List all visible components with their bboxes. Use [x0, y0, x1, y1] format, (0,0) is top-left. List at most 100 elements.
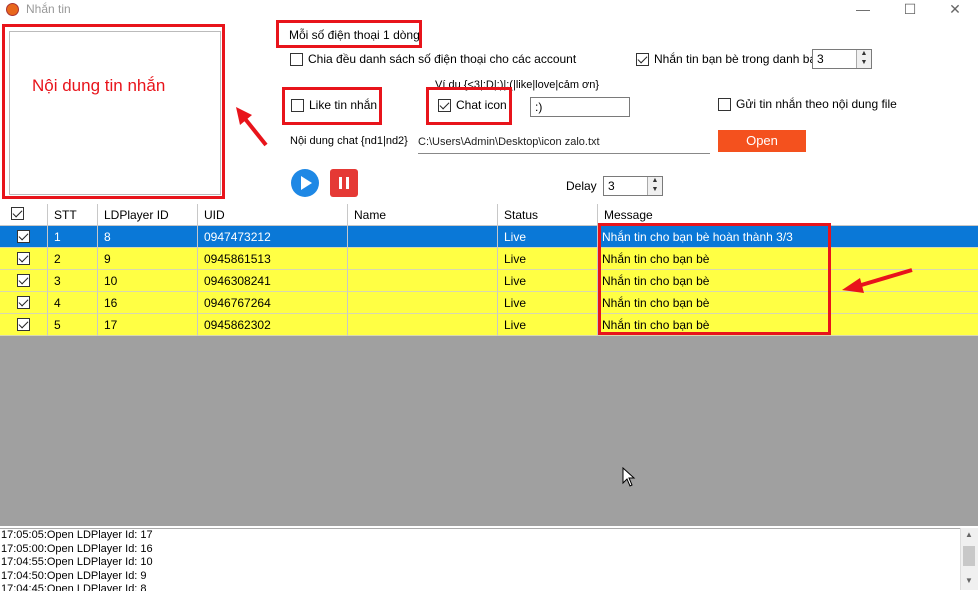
chat-icon-label: Chat icon	[456, 98, 507, 112]
cell-status: Live	[498, 226, 598, 248]
row-checkbox[interactable]	[17, 252, 30, 265]
cell-ldplayer-id: 8	[98, 226, 198, 248]
row-checkbox[interactable]	[17, 230, 30, 243]
delay-spinner[interactable]: 3 ▲ ▼	[603, 176, 663, 196]
log-line: 17:05:05:Open LDPlayer Id: 17	[1, 529, 153, 541]
table-row[interactable]: 5 17 0945862302 Live Nhắn tin cho bạn bè	[0, 314, 978, 336]
minimize-button[interactable]: —	[840, 0, 886, 20]
message-column-highlight	[598, 223, 831, 335]
cell-status: Live	[498, 270, 598, 292]
mouse-cursor-icon	[622, 467, 636, 487]
phone-hint-label: Mỗi số điện thoại 1 dòng	[289, 28, 420, 42]
delay-label: Delay	[566, 179, 597, 193]
maximize-button[interactable]: ☐	[887, 0, 933, 20]
chat-content-label: Nội dung chat {nd1|nd2}	[290, 135, 408, 147]
table-header: STT LDPlayer ID UID Name Status Message	[0, 204, 978, 226]
cell-ldplayer-id: 17	[98, 314, 198, 336]
split-phones-checkbox[interactable]	[290, 53, 303, 66]
annotation-arrow-right	[842, 268, 913, 293]
header-name[interactable]: Name	[348, 204, 498, 226]
row-select-cell[interactable]	[0, 292, 48, 314]
message-friends-label: Nhắn tin bạn bè trong danh bạ	[654, 52, 817, 66]
cell-name	[348, 314, 498, 336]
cell-stt: 3	[48, 270, 98, 292]
like-message-highlight: Like tin nhắn	[282, 87, 382, 125]
cell-status: Live	[498, 314, 598, 336]
log-line: 17:04:50:Open LDPlayer Id: 9	[1, 569, 147, 582]
row-select-cell[interactable]	[0, 270, 48, 292]
chat-icon-checkbox[interactable]	[438, 99, 451, 112]
like-message-label: Like tin nhắn	[309, 98, 378, 112]
app-icon	[6, 3, 19, 16]
cell-stt: 5	[48, 314, 98, 336]
close-button[interactable]: ✕	[932, 0, 978, 20]
stop-button[interactable]	[330, 169, 358, 197]
header-status[interactable]: Status	[498, 204, 598, 226]
play-button[interactable]	[291, 169, 319, 197]
annotation-arrow-left	[236, 107, 268, 147]
log-panel[interactable]: 17:05:05:Open LDPlayer Id: 17 17:05:00:Op…	[0, 528, 961, 591]
phone-hint-highlight: Mỗi số điện thoại 1 dòng	[276, 20, 422, 48]
window-title: Nhắn tin	[26, 2, 71, 16]
header-select-all[interactable]	[0, 204, 48, 226]
send-by-file-label: Gửi tin nhắn theo nội dung file	[736, 97, 897, 111]
cell-name	[348, 292, 498, 314]
message-content-label: Nội dung tin nhắn	[32, 76, 166, 95]
delay-value: 3	[608, 179, 615, 193]
spinner-up-icon[interactable]: ▲	[647, 177, 662, 186]
cell-name	[348, 248, 498, 270]
open-button[interactable]: Open	[718, 130, 806, 152]
cell-uid: 0945861513	[198, 248, 348, 270]
cell-ldplayer-id: 16	[98, 292, 198, 314]
row-select-cell[interactable]	[0, 314, 48, 336]
cell-uid: 0946767264	[198, 292, 348, 314]
header-uid[interactable]: UID	[198, 204, 348, 226]
log-line: 17:04:55:Open LDPlayer Id: 10	[1, 556, 153, 568]
cell-ldplayer-id: 10	[98, 270, 198, 292]
friends-count-spinner[interactable]: 3 ▲ ▼	[812, 49, 872, 69]
spinner-down-icon[interactable]: ▼	[647, 186, 662, 195]
row-checkbox[interactable]	[17, 296, 30, 309]
row-checkbox[interactable]	[17, 274, 30, 287]
like-message-checkbox[interactable]	[291, 99, 304, 112]
icon-input[interactable]: :)	[530, 97, 630, 117]
send-by-file-checkbox[interactable]	[718, 98, 731, 111]
title-bar: Nhắn tin — ☐ ✕	[0, 0, 978, 20]
cell-stt: 1	[48, 226, 98, 248]
row-select-cell[interactable]	[0, 226, 48, 248]
pause-icon	[339, 177, 349, 189]
cell-status: Live	[498, 248, 598, 270]
select-all-checkbox[interactable]	[11, 207, 24, 220]
table-row[interactable]: 2 9 0945861513 Live Nhắn tin cho bạn bè	[0, 248, 978, 270]
accounts-table: STT LDPlayer ID UID Name Status Message …	[0, 204, 978, 526]
split-phones-label: Chia đều danh sách số điện thoại cho các…	[308, 52, 577, 66]
scroll-up-icon[interactable]: ▲	[965, 530, 973, 539]
header-ldplayer-id[interactable]: LDPlayer ID	[98, 204, 198, 226]
log-line: 17:05:00:Open LDPlayer Id: 16	[1, 542, 153, 555]
cell-name	[348, 270, 498, 292]
chat-file-path-input[interactable]: C:\Users\Admin\Desktop\icon zalo.txt	[418, 136, 710, 154]
cell-uid: 0947473212	[198, 226, 348, 248]
table-row[interactable]: 3 10 0946308241 Live Nhắn tin cho bạn bè	[0, 270, 978, 292]
cell-name	[348, 226, 498, 248]
message-friends-checkbox[interactable]	[636, 53, 649, 66]
table-row[interactable]: 1 8 0947473212 Live Nhắn tin cho bạn bè hoàn…	[0, 226, 978, 248]
cell-uid: 0946308241	[198, 270, 348, 292]
row-select-cell[interactable]	[0, 248, 48, 270]
chat-icon-highlight: Chat icon	[426, 87, 512, 125]
cell-ldplayer-id: 9	[98, 248, 198, 270]
header-stt[interactable]: STT	[48, 204, 98, 226]
cell-stt: 2	[48, 248, 98, 270]
row-checkbox[interactable]	[17, 318, 30, 331]
cell-status: Live	[498, 292, 598, 314]
message-content-textarea[interactable]: Nội dung tin nhắn	[9, 31, 221, 195]
cell-uid: 0945862302	[198, 314, 348, 336]
spinner-down-icon[interactable]: ▼	[856, 59, 871, 68]
table-row[interactable]: 4 16 0946767264 Live Nhắn tin cho bạn bè	[0, 292, 978, 314]
scroll-down-icon[interactable]: ▼	[965, 576, 973, 585]
log-scrollbar[interactable]: ▲ ▼	[960, 528, 978, 590]
spinner-up-icon[interactable]: ▲	[856, 50, 871, 59]
scroll-thumb[interactable]	[963, 546, 975, 566]
play-icon	[301, 176, 312, 190]
cell-stt: 4	[48, 292, 98, 314]
